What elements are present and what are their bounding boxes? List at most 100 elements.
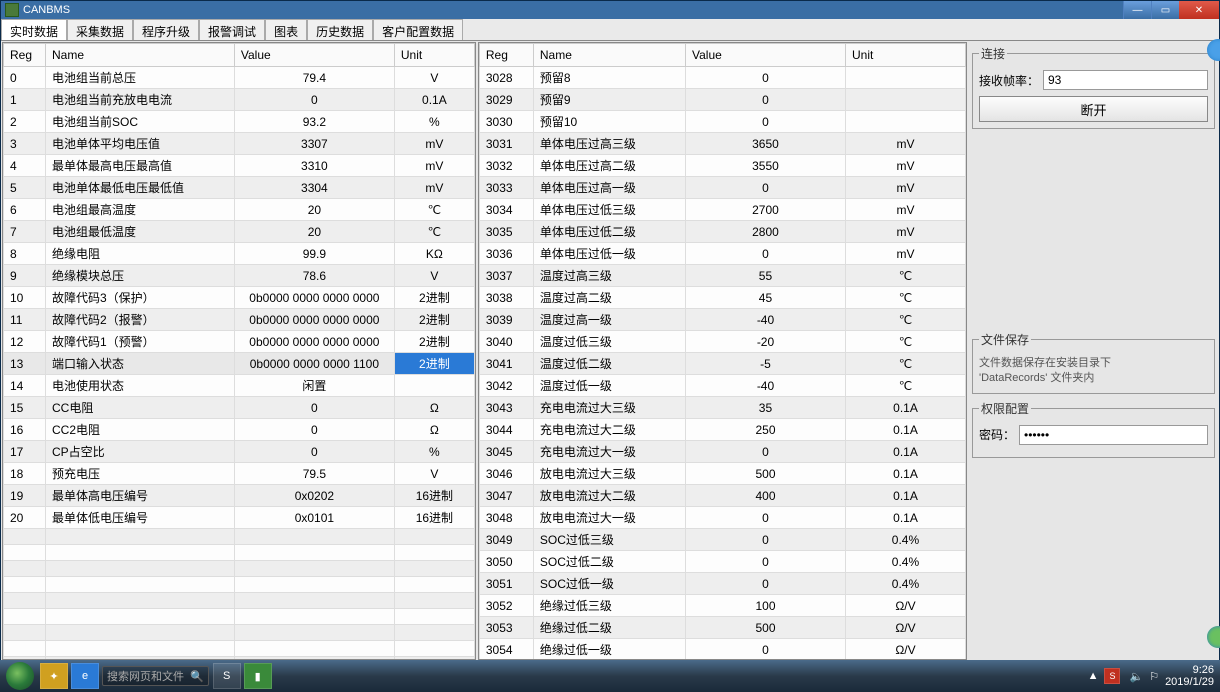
table-row-empty[interactable] bbox=[4, 625, 475, 641]
table-row[interactable]: 3049SOC过低三级00.4% bbox=[479, 529, 965, 551]
tray-icon-red[interactable]: S bbox=[1104, 668, 1120, 684]
taskbar-item[interactable]: ✦ bbox=[40, 663, 68, 689]
table-row[interactable]: 3054绝缘过低一级0Ω/V bbox=[479, 639, 965, 660]
table-row-empty[interactable] bbox=[4, 545, 475, 561]
table-row[interactable]: 3053绝缘过低二级500Ω/V bbox=[479, 617, 965, 639]
table-row[interactable]: 3029预留90 bbox=[479, 89, 965, 111]
app-window: CANBMS — ▭ ✕ 实时数据采集数据程序升级报警调试图表历史数据客户配置数… bbox=[0, 0, 1220, 660]
taskbar-search[interactable]: 搜索网页和文件 🔍 bbox=[102, 666, 209, 686]
tray-date: 2019/1/29 bbox=[1165, 676, 1214, 688]
taskbar-app-sogou[interactable]: S bbox=[213, 663, 241, 689]
table-row[interactable]: 3039温度过高一级-40℃ bbox=[479, 309, 965, 331]
table-row-empty[interactable] bbox=[4, 593, 475, 609]
minimize-button[interactable]: — bbox=[1123, 1, 1151, 19]
table-row[interactable]: 3028预留80 bbox=[479, 67, 965, 89]
table-row[interactable]: 3050SOC过低二级00.4% bbox=[479, 551, 965, 573]
table-row[interactable]: 11故障代码2（报警）0b0000 0000 0000 00002进制 bbox=[4, 309, 475, 331]
table-row[interactable]: 3034单体电压过低三级2700mV bbox=[479, 199, 965, 221]
col-unit[interactable]: Unit bbox=[845, 44, 965, 67]
table-row[interactable]: 12故障代码1（预警）0b0000 0000 0000 00002进制 bbox=[4, 331, 475, 353]
left-grid-scroll[interactable]: Reg Name Value Unit 0电池组当前总压79.4V1电池组当前充… bbox=[3, 43, 475, 659]
table-row-empty[interactable] bbox=[4, 577, 475, 593]
table-row[interactable]: 3044充电电流过大二级2500.1A bbox=[479, 419, 965, 441]
disconnect-button[interactable]: 断开 bbox=[979, 96, 1208, 122]
table-row[interactable]: 3043充电电流过大三级350.1A bbox=[479, 397, 965, 419]
table-row[interactable]: 3052绝缘过低三级100Ω/V bbox=[479, 595, 965, 617]
col-reg[interactable]: Reg bbox=[479, 44, 533, 67]
tab-6[interactable]: 客户配置数据 bbox=[373, 19, 463, 40]
table-row[interactable]: 3电池单体平均电压值3307mV bbox=[4, 133, 475, 155]
table-row[interactable]: 3031单体电压过高三级3650mV bbox=[479, 133, 965, 155]
table-row[interactable]: 1电池组当前充放电电流00.1A bbox=[4, 89, 475, 111]
table-row[interactable]: 3030预留100 bbox=[479, 111, 965, 133]
table-row-empty[interactable] bbox=[4, 609, 475, 625]
table-row[interactable]: 9绝缘模块总压78.6V bbox=[4, 265, 475, 287]
taskbar[interactable]: ✦ e 搜索网页和文件 🔍 S ▮ ▲ S 🔈 ⚐ 9:26 2019/1/29 bbox=[0, 660, 1220, 692]
rate-input[interactable] bbox=[1043, 70, 1208, 90]
table-row-empty[interactable] bbox=[4, 657, 475, 660]
table-row[interactable]: 18预充电压79.5V bbox=[4, 463, 475, 485]
taskbar-app-green[interactable]: ▮ bbox=[244, 663, 272, 689]
table-row[interactable]: 8绝缘电阻99.9KΩ bbox=[4, 243, 475, 265]
table-row[interactable]: 3042温度过低一级-40℃ bbox=[479, 375, 965, 397]
pwd-input[interactable] bbox=[1019, 425, 1208, 445]
tab-2[interactable]: 程序升级 bbox=[133, 19, 199, 40]
table-row[interactable]: 3047放电电流过大二级4000.1A bbox=[479, 485, 965, 507]
table-row[interactable]: 16CC2电阻0Ω bbox=[4, 419, 475, 441]
pwd-label: 密码： bbox=[979, 426, 1015, 443]
table-row[interactable]: 10故障代码3（保护）0b0000 0000 0000 00002进制 bbox=[4, 287, 475, 309]
table-row-empty[interactable] bbox=[4, 641, 475, 657]
col-unit[interactable]: Unit bbox=[394, 44, 474, 67]
close-button[interactable]: ✕ bbox=[1179, 1, 1219, 19]
table-row[interactable]: 3032单体电压过高二级3550mV bbox=[479, 155, 965, 177]
tab-3[interactable]: 报警调试 bbox=[199, 19, 265, 40]
maximize-button[interactable]: ▭ bbox=[1151, 1, 1179, 19]
col-value[interactable]: Value bbox=[685, 44, 845, 67]
table-row[interactable]: 3048放电电流过大一级00.1A bbox=[479, 507, 965, 529]
table-row[interactable]: 3040温度过低三级-20℃ bbox=[479, 331, 965, 353]
col-name[interactable]: Name bbox=[46, 44, 235, 67]
col-reg[interactable]: Reg bbox=[4, 44, 46, 67]
table-row[interactable]: 0电池组当前总压79.4V bbox=[4, 67, 475, 89]
tray-icon[interactable]: 🔈 bbox=[1129, 670, 1143, 683]
table-row[interactable]: 7电池组最低温度20℃ bbox=[4, 221, 475, 243]
table-row[interactable]: 3038温度过高二级45℃ bbox=[479, 287, 965, 309]
table-row[interactable]: 3041温度过低二级-5℃ bbox=[479, 353, 965, 375]
tab-4[interactable]: 图表 bbox=[265, 19, 307, 40]
system-tray[interactable]: ▲ S 🔈 ⚐ 9:26 2019/1/29 bbox=[1088, 664, 1214, 688]
col-value[interactable]: Value bbox=[234, 44, 394, 67]
titlebar[interactable]: CANBMS — ▭ ✕ bbox=[1, 1, 1219, 19]
taskbar-browser[interactable]: e bbox=[71, 663, 99, 689]
table-row[interactable]: 17CP占空比0% bbox=[4, 441, 475, 463]
table-row-empty[interactable] bbox=[4, 561, 475, 577]
start-button[interactable] bbox=[6, 662, 34, 690]
table-row[interactable]: 6电池组最高温度20℃ bbox=[4, 199, 475, 221]
table-row[interactable]: 3037温度过高三级55℃ bbox=[479, 265, 965, 287]
left-grid[interactable]: Reg Name Value Unit 0电池组当前总压79.4V1电池组当前充… bbox=[3, 43, 475, 659]
table-row[interactable]: 20最单体低电压编号0x010116进制 bbox=[4, 507, 475, 529]
filesave-group: 文件保存 文件数据保存在安装目录下 'DataRecords' 文件夹内 bbox=[972, 331, 1215, 394]
right-grid-scroll[interactable]: Reg Name Value Unit 3028预留803029预留903030… bbox=[479, 43, 966, 659]
table-row[interactable]: 5电池单体最低电压最低值3304mV bbox=[4, 177, 475, 199]
table-row[interactable]: 2电池组当前SOC93.2% bbox=[4, 111, 475, 133]
table-row[interactable]: 3033单体电压过高一级0mV bbox=[479, 177, 965, 199]
tray-icon[interactable]: ⚐ bbox=[1149, 670, 1159, 683]
table-row[interactable]: 3045充电电流过大一级00.1A bbox=[479, 441, 965, 463]
table-row[interactable]: 3036单体电压过低一级0mV bbox=[479, 243, 965, 265]
table-row[interactable]: 4最单体最高电压最高值3310mV bbox=[4, 155, 475, 177]
table-row[interactable]: 19最单体高电压编号0x020216进制 bbox=[4, 485, 475, 507]
table-row[interactable]: 3046放电电流过大三级5000.1A bbox=[479, 463, 965, 485]
tab-strip: 实时数据采集数据程序升级报警调试图表历史数据客户配置数据 bbox=[1, 19, 1219, 41]
col-name[interactable]: Name bbox=[533, 44, 685, 67]
tray-icon[interactable]: ▲ bbox=[1088, 670, 1099, 682]
right-grid[interactable]: Reg Name Value Unit 3028预留803029预留903030… bbox=[479, 43, 966, 659]
table-row[interactable]: 3051SOC过低一级00.4% bbox=[479, 573, 965, 595]
table-row-empty[interactable] bbox=[4, 529, 475, 545]
table-row[interactable]: 14电池使用状态闲置 bbox=[4, 375, 475, 397]
table-row[interactable]: 13端口输入状态0b0000 0000 0000 11002进制 bbox=[4, 353, 475, 375]
tab-0[interactable]: 实时数据 bbox=[1, 19, 67, 40]
tab-5[interactable]: 历史数据 bbox=[307, 19, 373, 40]
table-row[interactable]: 3035单体电压过低二级2800mV bbox=[479, 221, 965, 243]
table-row[interactable]: 15CC电阻0Ω bbox=[4, 397, 475, 419]
tab-1[interactable]: 采集数据 bbox=[67, 19, 133, 40]
